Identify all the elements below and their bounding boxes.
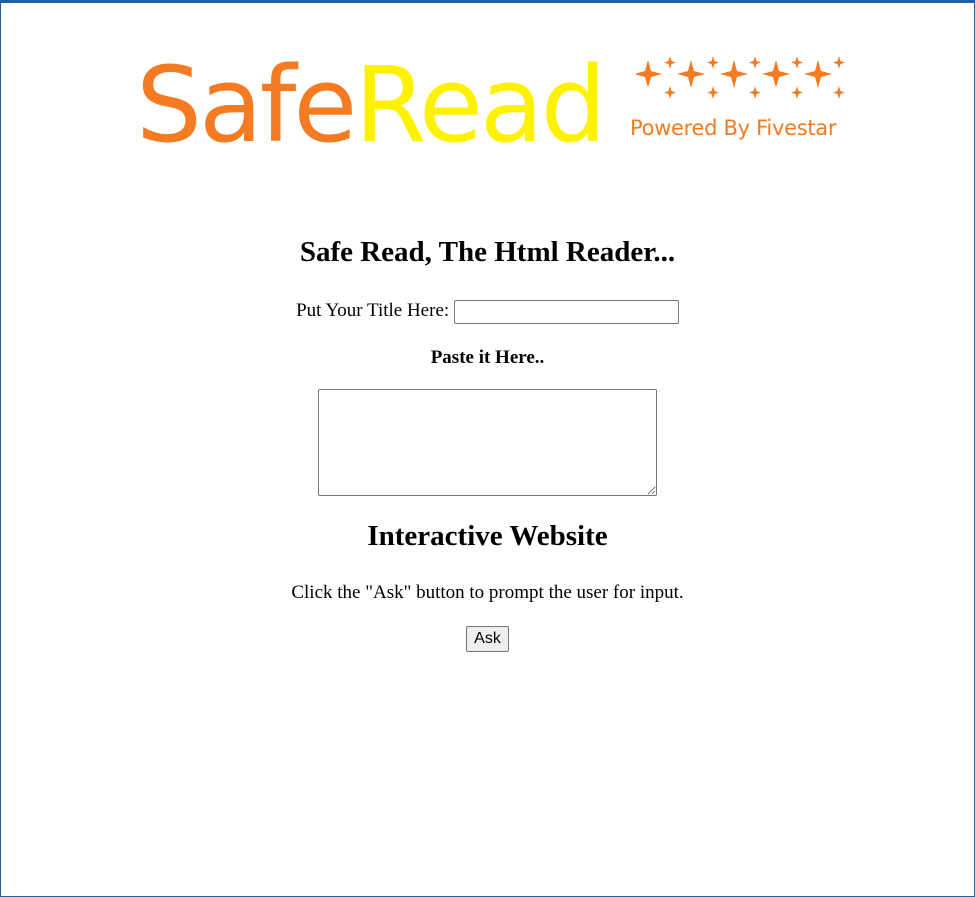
logo-wordmark: SafeRead — [136, 50, 607, 160]
section-heading: Interactive Website — [367, 520, 608, 552]
page-title: Safe Read, The Html Reader... — [299, 236, 676, 268]
saferead-logo: SafeRead Powered By Fivestar — [136, 50, 848, 166]
title-label: Put Your Title Here: — [296, 300, 450, 321]
paste-area-wrapper — [0, 389, 975, 501]
section-description: Click the "Ask" button to prompt the use… — [291, 582, 684, 603]
paste-label: Paste it Here.. — [430, 347, 545, 368]
sparkle-stars-icon — [636, 56, 845, 99]
ask-button-wrapper: Ask — [0, 626, 975, 652]
ask-button[interactable]: Ask — [466, 626, 509, 652]
paste-textarea[interactable] — [318, 389, 657, 496]
logo-word-read: Read — [354, 44, 606, 166]
logo-word-safe: Safe — [136, 44, 357, 166]
title-input[interactable] — [453, 299, 679, 324]
title-row: Put Your Title Here: — [0, 298, 975, 324]
logo-tagline: Powered By Fivestar — [630, 116, 837, 140]
